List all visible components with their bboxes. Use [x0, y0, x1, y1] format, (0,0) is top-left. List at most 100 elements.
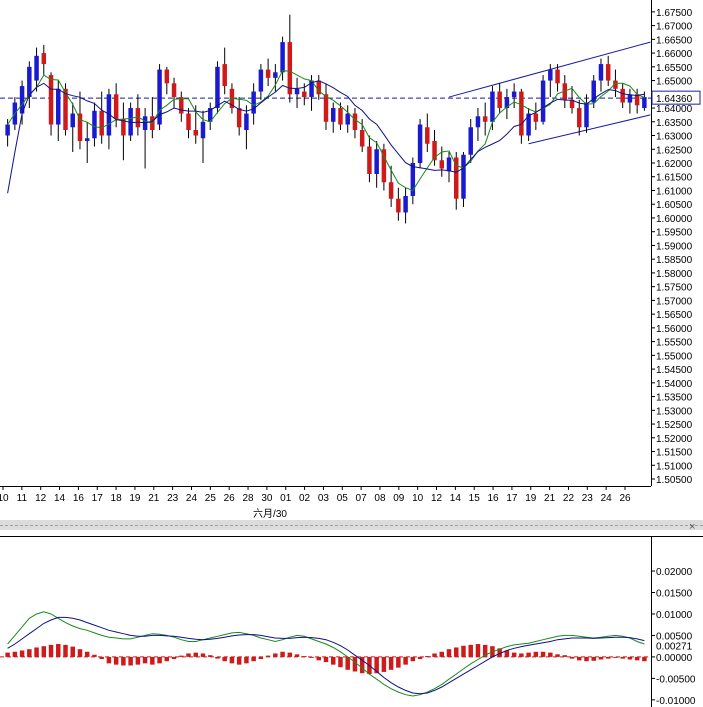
candle-down [113, 94, 119, 120]
histogram-bar [511, 652, 517, 657]
histogram-bar [164, 656, 170, 662]
histogram-bar [526, 652, 531, 657]
histogram-bar [150, 656, 155, 665]
candle-up [70, 113, 75, 128]
candle-down [367, 146, 372, 174]
histogram-bar [63, 644, 68, 657]
candle-down [338, 108, 343, 125]
indicator-tick-label: 0.01000 [656, 610, 693, 621]
close-icon[interactable]: × [689, 521, 695, 533]
date-tick-label: 25 [205, 493, 217, 504]
date-tick-label: 26 [224, 493, 236, 504]
price-tick-label: 1.53500 [656, 393, 693, 404]
date-tick-label: 30 [261, 493, 273, 504]
histogram-bar [533, 651, 539, 657]
price-tick-label: 1.55500 [656, 338, 693, 349]
date-tick-label: 28 [242, 493, 254, 504]
histogram-bar [258, 656, 264, 660]
candle-up [642, 97, 647, 109]
candle-down [323, 94, 329, 122]
candle-up [584, 102, 589, 128]
histogram-bar [106, 656, 112, 664]
price-tick-label: 1.56500 [656, 310, 693, 321]
chart-canvas[interactable]: 1.67500 1.67000 1.66500 1.66000 1.65500 1.650… [0, 0, 703, 707]
candle-up [598, 64, 604, 81]
histogram-bar [92, 654, 97, 657]
histogram-bar [280, 651, 285, 657]
histogram-bar [128, 656, 133, 666]
candle-up [84, 138, 90, 142]
histogram-bar [381, 656, 387, 672]
histogram-bar [193, 652, 198, 657]
price-tick-label: 1.62000 [656, 159, 693, 170]
candle-up [330, 108, 336, 122]
price-tick-label: 1.51000 [656, 461, 693, 472]
histogram-bar [396, 656, 401, 668]
date-tick-label: 07 [356, 493, 368, 504]
price-tick-label: 1.66000 [656, 49, 693, 60]
histogram-bar [316, 656, 322, 661]
indicator-pane[interactable]: 0.020000.015000.010000.005000.00000-0.00… [0, 536, 703, 707]
candles-group [5, 14, 647, 224]
histogram-bar [577, 656, 582, 661]
candle-down [497, 91, 502, 109]
candle-up [511, 91, 517, 98]
candle-up [374, 149, 379, 174]
histogram-bar [265, 655, 271, 657]
candle-down [605, 64, 611, 81]
date-tick-label: 19 [129, 493, 141, 504]
candle-up [627, 94, 633, 103]
histogram-bar [273, 653, 278, 657]
histogram-bar [634, 656, 640, 661]
candle-down [388, 182, 394, 199]
histogram-bar [27, 649, 32, 657]
candle-up [294, 88, 300, 95]
date-tick-label: 01 [280, 493, 292, 504]
histogram-bar [99, 656, 104, 660]
histogram-bar [41, 646, 47, 657]
date-tick-label: 24 [601, 493, 613, 504]
histogram-bar [229, 656, 235, 664]
price-pane[interactable]: 1.67500 1.67000 1.66500 1.66000 1.65500 1.650… [0, 0, 701, 520]
histogram-bar [468, 644, 473, 657]
indicator-tick-label: 0.00000 [656, 653, 693, 664]
candle-up [244, 113, 249, 131]
price-tick-label: 1.65000 [656, 77, 693, 88]
histogram-bar [338, 656, 343, 668]
candle-up [461, 154, 466, 199]
candle-up [540, 80, 546, 122]
date-tick-label: 14 [450, 493, 462, 504]
candle-down [620, 88, 625, 103]
date-tick-label: 24 [186, 493, 198, 504]
histogram-bar [84, 651, 90, 657]
indicator-tick-label: 0.01500 [656, 589, 693, 600]
histogram-bar [584, 656, 589, 662]
date-tick-label: 05 [337, 493, 349, 504]
histogram-bar [244, 656, 249, 664]
candle-down [222, 64, 227, 87]
histogram-bar [388, 656, 394, 670]
histogram-bar [236, 656, 242, 665]
histogram-bar [461, 645, 466, 657]
indicator-tick-label: -0.00500 [656, 674, 696, 685]
candle-up [56, 88, 61, 125]
candle-down [352, 113, 358, 131]
date-tick-label: 02 [299, 493, 311, 504]
candle-up [273, 72, 278, 78]
histogram-bar [475, 644, 481, 657]
price-tick-label: 1.66500 [656, 35, 693, 46]
date-tick-label: 03 [318, 493, 330, 504]
histogram-bar [287, 652, 293, 657]
price-tick-label: 1.64000 [656, 104, 693, 115]
histogram-bar [186, 653, 191, 657]
histogram-bar [540, 651, 546, 657]
date-tick-label: 11 [17, 493, 28, 504]
histogram-bar [302, 656, 307, 658]
histogram-bar [403, 656, 408, 665]
candle-up [548, 69, 553, 81]
date-tick-label: 17 [92, 493, 104, 504]
candle-up [468, 127, 473, 155]
candle-up [490, 91, 495, 122]
histogram-bar [620, 656, 625, 659]
histogram-bar [12, 651, 18, 657]
